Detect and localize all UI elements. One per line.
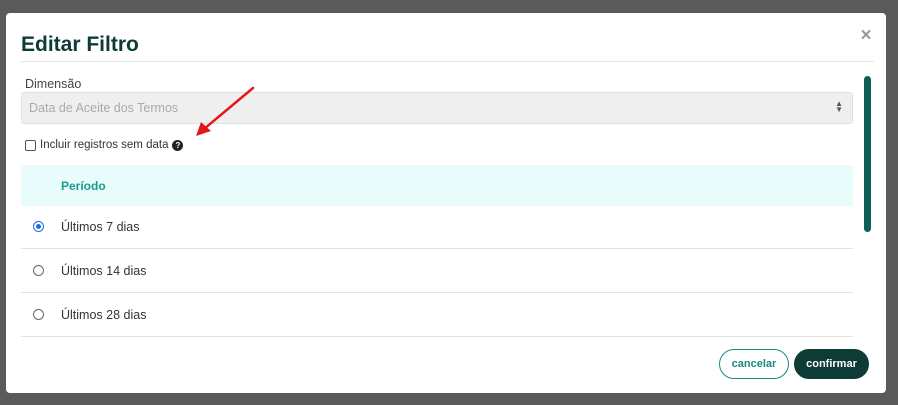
radio-28-days[interactable] <box>33 309 44 320</box>
include-without-date-label[interactable]: Incluir registros sem data <box>40 139 168 151</box>
dimension-select[interactable]: Data de Aceite dos Termos ▲ ▼ <box>21 92 853 124</box>
dimension-label: Dimensão <box>25 77 82 91</box>
cancel-button[interactable]: cancelar <box>719 349 789 379</box>
radio-14-days[interactable] <box>33 265 44 276</box>
modal-content: Dimensão Data de Aceite dos Termos ▲ ▼ I… <box>21 73 853 339</box>
close-icon[interactable]: × <box>858 26 874 45</box>
select-caret-icon: ▲ ▼ <box>835 99 843 114</box>
radio-7-days[interactable] <box>33 221 44 232</box>
period-option-label: Últimos 14 dias <box>61 264 147 278</box>
title-divider <box>21 61 874 62</box>
period-header: Período <box>21 165 853 206</box>
period-option-28-days[interactable]: Últimos 28 dias <box>21 294 853 337</box>
period-option-label: Últimos 7 dias <box>61 220 140 234</box>
confirm-button[interactable]: confirmar <box>794 349 869 379</box>
period-option-7-days[interactable]: Últimos 7 dias <box>21 206 853 249</box>
period-option-label: Últimos 28 dias <box>61 308 147 322</box>
dimension-select-value: Data de Aceite dos Termos <box>29 101 179 115</box>
edit-filter-modal: Editar Filtro × Dimensão Data de Aceite … <box>6 13 886 393</box>
period-header-label: Período <box>61 179 106 193</box>
content-scrollbar[interactable] <box>864 76 871 232</box>
period-option-14-days[interactable]: Últimos 14 dias <box>21 250 853 293</box>
question-circle-icon[interactable]: ? <box>172 139 184 151</box>
modal-title: Editar Filtro <box>21 33 139 56</box>
include-without-date-checkbox[interactable] <box>25 139 36 151</box>
include-without-date-row[interactable]: Incluir registros sem data ? <box>25 138 184 152</box>
